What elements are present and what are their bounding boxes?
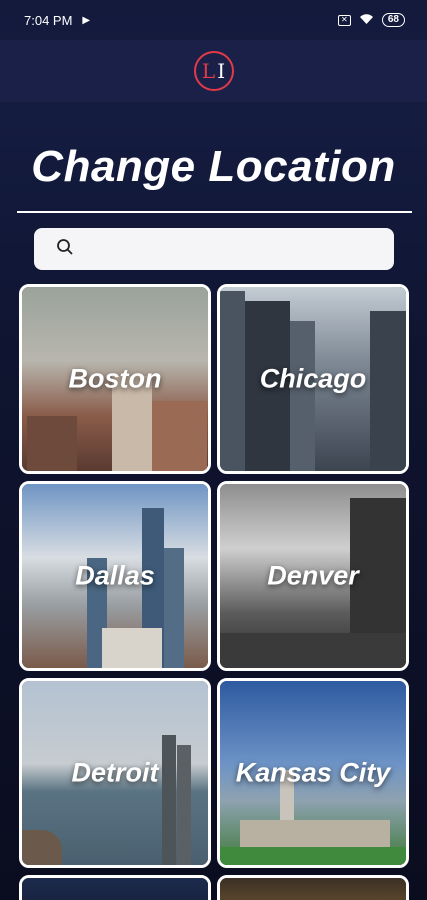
city-label: Boston (68, 363, 162, 394)
app-logo[interactable]: LI (193, 51, 234, 91)
city-label: Denver (267, 560, 359, 591)
city-tile-detroit[interactable]: Detroit (19, 678, 211, 868)
city-tile-denver[interactable]: Denver (217, 481, 409, 671)
city-label: Detroit (71, 757, 159, 788)
city-tile-kansas-city[interactable]: Kansas City (217, 678, 409, 868)
title-divider (17, 211, 412, 213)
battery-indicator: 68 (381, 13, 405, 27)
app-header: LI (0, 40, 427, 102)
search-icon (56, 238, 74, 261)
city-tile-dallas[interactable]: Dallas (19, 481, 211, 671)
status-time: 7:04 PM (24, 12, 73, 28)
city-tile-chicago[interactable]: Chicago (217, 284, 409, 474)
wifi-icon (359, 13, 374, 28)
page-title: Change Location (31, 142, 396, 191)
sim-icon: ✕ (337, 14, 351, 26)
city-tile-partial-left[interactable] (19, 875, 211, 900)
search-input[interactable] (84, 234, 374, 264)
status-bar: 7:04 PM ▶ ✕ 68 (0, 0, 427, 40)
city-label: Dallas (75, 560, 155, 591)
city-label: Chicago (259, 363, 367, 394)
city-label: Kansas City (235, 757, 391, 788)
logo-letter-i: I (217, 59, 226, 83)
search-bar[interactable] (34, 228, 394, 270)
logo-letter-l: L (201, 59, 216, 83)
play-icon: ▶ (82, 14, 91, 26)
city-tile-boston[interactable]: Boston (19, 284, 211, 474)
city-tile-partial-right[interactable] (217, 875, 409, 900)
